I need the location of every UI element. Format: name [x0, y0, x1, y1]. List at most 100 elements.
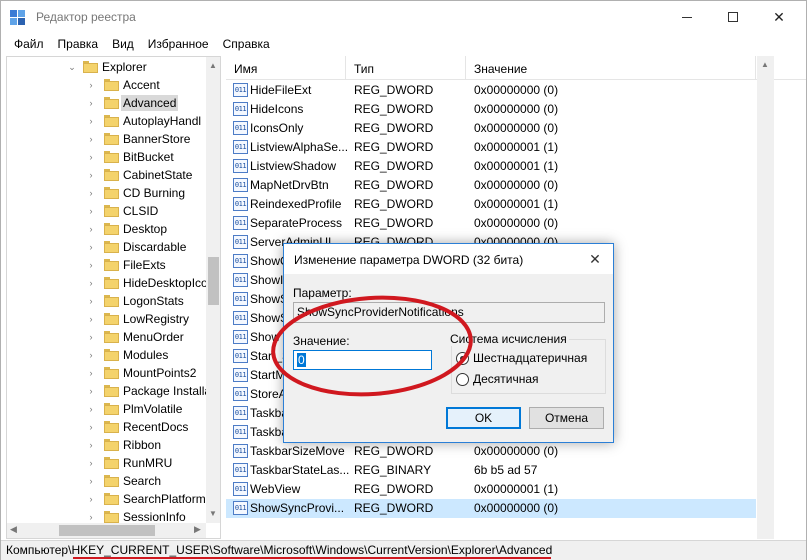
value-row[interactable]: 011 ListviewAlphaSe... REG_DWORD 0x00000001… [226, 138, 756, 157]
collapsed-arrow-icon[interactable]: › [86, 112, 96, 130]
menu-help[interactable]: Справка [216, 34, 277, 54]
scroll-up-icon[interactable]: ▲ [761, 60, 769, 69]
tree-item-label: PlmVolatile [123, 402, 183, 416]
expanded-arrow-icon[interactable]: ⌄ [67, 58, 77, 76]
collapsed-arrow-icon[interactable]: › [86, 220, 96, 238]
collapsed-arrow-icon[interactable]: › [86, 382, 96, 400]
collapsed-arrow-icon[interactable]: › [86, 238, 96, 256]
close-button[interactable]: ✕ [756, 1, 802, 33]
tree-item[interactable]: › CabinetState [7, 166, 207, 184]
tree-item[interactable]: › Discardable [7, 238, 207, 256]
tree-item[interactable]: › LowRegistry [7, 310, 207, 328]
value-row[interactable]: 011 ShowSyncProvi... REG_DWORD 0x00000000 (… [226, 499, 756, 518]
tree-item[interactable]: › SearchPlatform [7, 490, 207, 508]
collapsed-arrow-icon[interactable]: › [86, 292, 96, 310]
scroll-left-icon[interactable]: ◀ [10, 524, 17, 535]
maximize-button[interactable] [710, 1, 756, 33]
collapsed-arrow-icon[interactable]: › [86, 256, 96, 274]
tree-hscroll-thumb[interactable] [59, 525, 155, 536]
value-row[interactable]: 011 MapNetDrvBtn REG_DWORD 0x00000000 (0) [226, 176, 756, 195]
menu-file[interactable]: Файл [7, 34, 51, 54]
collapsed-arrow-icon[interactable]: › [86, 184, 96, 202]
value-row[interactable]: 011 IconsOnly REG_DWORD 0x00000000 (0) [226, 119, 756, 138]
tree-item-label: Discardable [123, 240, 187, 254]
tree-item-label: SearchPlatform [123, 492, 206, 506]
scroll-down-icon[interactable]: ▼ [209, 509, 217, 518]
collapsed-arrow-icon[interactable]: › [86, 130, 96, 148]
column-type-header[interactable]: Тип [346, 56, 466, 80]
collapsed-arrow-icon[interactable]: › [86, 436, 96, 454]
tree-item[interactable]: › BitBucket [7, 148, 207, 166]
scroll-up-icon[interactable]: ▲ [209, 61, 217, 70]
tree-item[interactable]: › LogonStats [7, 292, 207, 310]
tree-vertical-scrollbar[interactable]: ▲ ▼ [206, 57, 220, 523]
folder-icon [104, 313, 119, 325]
collapsed-arrow-icon[interactable]: › [86, 472, 96, 490]
tree-item[interactable]: › BannerStore [7, 130, 207, 148]
collapsed-arrow-icon[interactable]: › [86, 328, 96, 346]
value-row[interactable]: 011 ListviewShadow REG_DWORD 0x00000001 (1) [226, 157, 756, 176]
collapsed-arrow-icon[interactable]: › [86, 364, 96, 382]
folder-icon [104, 331, 119, 343]
tree-item[interactable]: › Accent [7, 76, 207, 94]
menu-edit[interactable]: Правка [51, 34, 106, 54]
tree-item[interactable]: › RunMRU [7, 454, 207, 472]
collapsed-arrow-icon[interactable]: › [86, 202, 96, 220]
value-row[interactable]: 011 ReindexedProfile REG_DWORD 0x00000001 (… [226, 195, 756, 214]
tree-horizontal-scrollbar[interactable]: ◀ ▶ [7, 523, 206, 538]
cancel-button[interactable]: Отмена [529, 407, 604, 429]
tree-item[interactable]: › FileExts [7, 256, 207, 274]
column-name-header[interactable]: Имя [226, 56, 346, 80]
tree-item[interactable]: › Search [7, 472, 207, 490]
value-name: HideFileExt [250, 83, 312, 97]
value-data: 0x00000000 (0) [474, 178, 559, 192]
menu-favorites[interactable]: Избранное [141, 34, 216, 54]
tree-item[interactable]: › Modules [7, 346, 207, 364]
collapsed-arrow-icon[interactable]: › [86, 76, 96, 94]
tree-item[interactable]: › HideDesktopIco [7, 274, 208, 292]
tree-item[interactable]: › Desktop [7, 220, 207, 238]
tree-item[interactable]: › MountPoints2 [7, 364, 207, 382]
collapsed-arrow-icon[interactable]: › [86, 274, 96, 292]
tree-item[interactable]: › CLSID [7, 202, 207, 220]
tree-item-label: Explorer [102, 60, 147, 74]
tree-item[interactable]: › Ribbon [7, 436, 207, 454]
list-vertical-scrollbar[interactable]: ▲ [757, 56, 774, 539]
collapsed-arrow-icon[interactable]: › [86, 400, 96, 418]
value-type: REG_DWORD [354, 83, 434, 97]
value-row[interactable]: 011 WebView REG_DWORD 0x00000001 (1) [226, 480, 756, 499]
tree-item[interactable]: › AutoplayHandl [7, 112, 207, 130]
tree-item[interactable]: › Advanced [7, 94, 207, 112]
scroll-right-icon[interactable]: ▶ [194, 524, 201, 535]
minimize-button[interactable] [664, 1, 710, 33]
value-row[interactable]: 011 HideFileExt REG_DWORD 0x00000000 (0) [226, 81, 756, 100]
tree-item-explorer[interactable]: ⌄ Explorer [7, 58, 207, 76]
collapsed-arrow-icon[interactable]: › [86, 310, 96, 328]
value-row[interactable]: 011 TaskbarStateLas... REG_BINARY 6b b5 ad … [226, 461, 756, 480]
collapsed-arrow-icon[interactable]: › [86, 94, 96, 112]
menu-view[interactable]: Вид [105, 34, 141, 54]
collapsed-arrow-icon[interactable]: › [86, 166, 96, 184]
collapsed-arrow-icon[interactable]: › [86, 346, 96, 364]
dword-value-icon: 011 [233, 273, 248, 287]
collapsed-arrow-icon[interactable]: › [86, 418, 96, 436]
tree-item[interactable]: › PlmVolatile [7, 400, 207, 418]
radio-hex[interactable]: Шестнадцатеричная [456, 350, 587, 366]
value-row[interactable]: 011 HideIcons REG_DWORD 0x00000000 (0) [226, 100, 756, 119]
value-row[interactable]: 011 SeparateProcess REG_DWORD 0x00000000 (0… [226, 214, 756, 233]
value-data: 0x00000001 (1) [474, 482, 559, 496]
value-type: REG_DWORD [354, 159, 434, 173]
tree-item[interactable]: › Package Installa [7, 382, 212, 400]
tree-scroll-thumb[interactable] [208, 257, 219, 305]
column-data-header[interactable]: Значение [466, 56, 756, 80]
tree-item-label: CD Burning [123, 186, 186, 200]
tree-item[interactable]: › RecentDocs [7, 418, 207, 436]
collapsed-arrow-icon[interactable]: › [86, 490, 96, 508]
tree-item[interactable]: › MenuOrder [7, 328, 207, 346]
collapsed-arrow-icon[interactable]: › [86, 148, 96, 166]
ok-button[interactable]: OK [446, 407, 521, 429]
tree-item[interactable]: › CD Burning [7, 184, 207, 202]
dialog-close-button[interactable]: ✕ [581, 248, 609, 270]
value-row[interactable]: 011 TaskbarSizeMove REG_DWORD 0x00000000 (0… [226, 442, 756, 461]
collapsed-arrow-icon[interactable]: › [86, 454, 96, 472]
